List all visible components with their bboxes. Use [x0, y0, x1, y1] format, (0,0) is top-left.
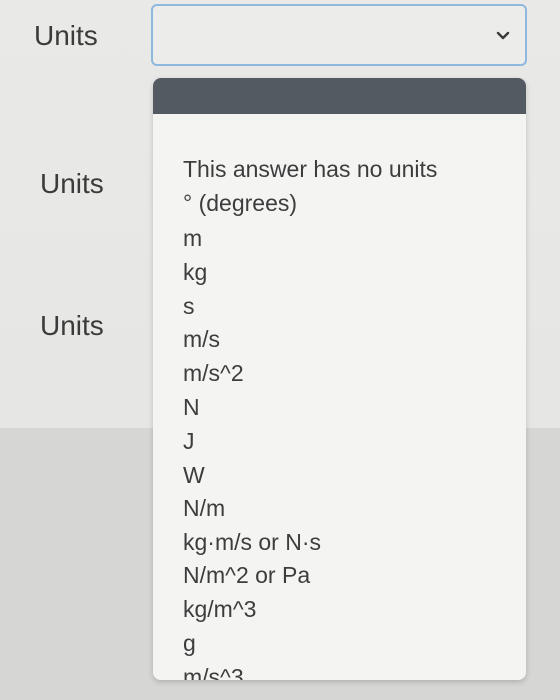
units-label: Units [34, 20, 98, 51]
option-n[interactable]: N [183, 396, 200, 419]
dropdown-option-list: This answer has no units ° (degrees) m k… [153, 114, 526, 680]
option-m-per-s3[interactable]: m/s^3 [183, 666, 244, 681]
option-n-per-m[interactable]: N/m [183, 497, 225, 520]
option-momentum[interactable]: kg·m/s or N·s [183, 531, 321, 554]
option-kg[interactable]: kg [183, 261, 207, 284]
units-dropdown-menu[interactable]: This answer has no units ° (degrees) m k… [153, 78, 526, 680]
option-m-per-s[interactable]: m/s [183, 328, 220, 351]
option-no-units[interactable]: This answer has no units [183, 158, 437, 181]
option-g[interactable]: g [183, 632, 196, 655]
option-w[interactable]: W [183, 464, 205, 487]
option-m[interactable]: m [183, 227, 202, 250]
option-j[interactable]: J [183, 430, 195, 453]
units-label: Units [40, 168, 104, 199]
chevron-down-icon [496, 31, 510, 40]
option-pressure[interactable]: N/m^2 or Pa [183, 564, 310, 587]
units-select[interactable] [151, 4, 527, 66]
option-degrees[interactable]: ° (degrees) [183, 192, 297, 215]
option-density[interactable]: kg/m^3 [183, 598, 256, 621]
option-s[interactable]: s [183, 295, 195, 318]
option-m-per-s2[interactable]: m/s^2 [183, 362, 244, 385]
units-label: Units [40, 310, 104, 341]
dropdown-highlighted-empty-option[interactable] [153, 78, 526, 114]
